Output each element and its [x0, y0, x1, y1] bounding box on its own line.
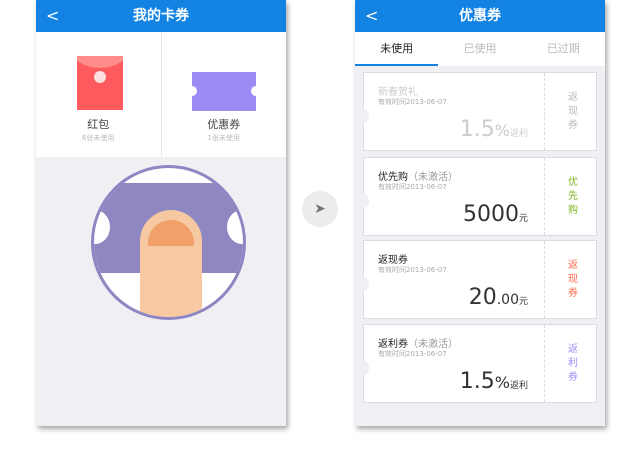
card-count: 6张未使用 [82, 134, 115, 142]
coupon-type: 优先购 [568, 177, 578, 216]
tab-expired[interactable]: 已过期 [522, 32, 605, 66]
coupon-date: 有效时间2013-06-07 [378, 350, 447, 358]
coupon-card[interactable]: 返利券（未激活） 有效时间2013-06-07 1.5%返利 返利券 [359, 324, 597, 403]
header: < 优惠券 [355, 0, 605, 32]
card-red-envelope[interactable]: 红包 6张未使用 [36, 32, 161, 157]
coupon-type: 返利券 [568, 344, 578, 383]
coupon-title: 返现券 [378, 255, 408, 266]
back-icon[interactable]: < [46, 0, 59, 32]
coupon-date: 有效时间2013-06-07 [378, 266, 447, 274]
coupon-type: 返现券 [568, 92, 578, 131]
coupon-title: 新春贺礼 [378, 87, 418, 98]
card-coupon[interactable]: 优惠券 1张未使用 [160, 32, 287, 157]
page-title: 我的卡券 [133, 8, 189, 24]
coupon-value: 5000元 [462, 202, 528, 227]
card-count: 1张未使用 [207, 134, 240, 142]
coupon-value: 1.5%返利 [459, 369, 528, 394]
coupon-title: 返利券（未激活） [378, 339, 458, 350]
tab-unused[interactable]: 未使用 [355, 32, 439, 66]
header: < 我的卡券 [36, 0, 286, 32]
coupon-card[interactable]: 新春贺礼 有效时间2013-06-07 1.5%返利 返现券 [359, 72, 597, 151]
finger-icon [140, 210, 202, 317]
ticket-icon [186, 72, 261, 111]
page-title: 优惠券 [459, 8, 501, 24]
coupon-card[interactable]: 优先购（未激活） 有效时间2013-06-07 5000元 优先购 [359, 157, 597, 236]
coupons-screen: < 优惠券 未使用 已使用 已过期 新春贺礼 有效时间2013-06-07 1.… [355, 0, 605, 426]
coupon-date: 有效时间2013-06-07 [378, 98, 447, 106]
coupon-value: 20.00元 [468, 285, 528, 310]
coupon-type: 返现券 [568, 260, 578, 299]
red-envelope-icon [77, 56, 123, 110]
tap-illustration [91, 165, 246, 320]
tab-used[interactable]: 已使用 [438, 32, 521, 66]
card-name: 优惠券 [207, 118, 241, 131]
coupon-date: 有效时间2013-06-07 [378, 183, 447, 191]
coupon-title: 优先购（未激活） [378, 172, 458, 183]
card-name: 红包 [87, 118, 110, 131]
coupon-card[interactable]: 返现券 有效时间2013-06-07 20.00元 返现券 [359, 240, 597, 319]
back-icon[interactable]: < [365, 0, 378, 32]
my-cards-screen: < 我的卡券 红包 6张未使用 优惠券 1张未使用 [36, 0, 286, 426]
coupon-value: 1.5%返利 [459, 117, 528, 142]
arrow-right-icon: ➤ [302, 191, 338, 227]
